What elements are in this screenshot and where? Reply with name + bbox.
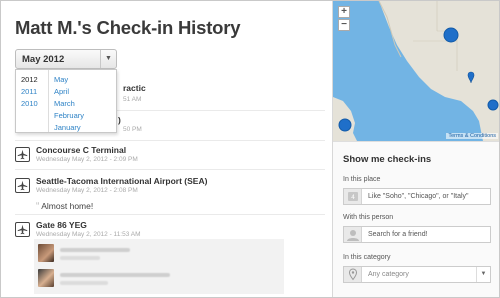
divider bbox=[15, 140, 325, 141]
month-option[interactable]: February bbox=[52, 110, 116, 122]
checkin-name[interactable]: Concourse C Terminal bbox=[36, 145, 126, 155]
year-option[interactable]: 2010 bbox=[16, 98, 48, 110]
category-value: Any category bbox=[368, 271, 409, 278]
checkin-time: 50 PM bbox=[123, 126, 142, 133]
shout-text: Almost home! bbox=[41, 201, 94, 211]
comment bbox=[38, 244, 278, 264]
checkin-name[interactable]: Seattle-Tacoma International Airport (SE… bbox=[36, 176, 207, 186]
month-option[interactable]: May bbox=[52, 74, 116, 86]
map-graphic bbox=[333, 1, 499, 141]
checkin-time: 51 AM bbox=[123, 96, 142, 103]
place-placeholder: Like "Soho", "Chicago", or "Italy" bbox=[368, 193, 469, 200]
page-title: Matt M.'s Check-in History bbox=[15, 17, 241, 38]
filter-heading: Show me check-ins bbox=[343, 154, 432, 165]
checkin-time: Wednesday May 2, 2012 - 2:08 PM bbox=[36, 187, 138, 194]
airplane-icon bbox=[15, 222, 30, 237]
checkin-time: Wednesday May 2, 2012 - 11:53 AM bbox=[36, 231, 141, 238]
place-label: In this place bbox=[343, 176, 381, 183]
app-frame: Matt M.'s Check-in History ractic 51 AM … bbox=[0, 0, 500, 298]
comments-panel bbox=[34, 239, 284, 294]
zoom-out-button[interactable]: − bbox=[338, 19, 350, 31]
year-list: 2012 2011 2010 bbox=[16, 70, 49, 132]
person-icon bbox=[344, 227, 362, 242]
blurred-comment-time bbox=[60, 256, 100, 260]
airplane-icon bbox=[15, 178, 30, 193]
airplane-icon bbox=[15, 147, 30, 162]
month-option[interactable]: April bbox=[52, 86, 116, 98]
svg-text:4: 4 bbox=[351, 194, 355, 201]
person-placeholder: Search for a friend! bbox=[368, 231, 428, 238]
month-select[interactable]: May 2012 ▼ bbox=[15, 49, 117, 69]
checkin-name[interactable]: ) bbox=[118, 115, 121, 125]
year-option[interactable]: 2012 bbox=[16, 74, 48, 86]
month-option[interactable]: January bbox=[52, 122, 116, 134]
filter-panel: Show me check-ins In this place 4 Like "… bbox=[333, 141, 499, 297]
checkin-name[interactable]: Gate 86 YEG bbox=[36, 220, 87, 230]
person-input[interactable]: Search for a friend! bbox=[343, 226, 491, 243]
checkin-name[interactable]: ractic bbox=[123, 83, 146, 93]
avatar[interactable] bbox=[38, 269, 54, 287]
month-select-value: May 2012 bbox=[22, 54, 65, 65]
zoom-in-button[interactable]: + bbox=[338, 6, 350, 18]
comment bbox=[38, 269, 278, 289]
chevron-down-icon: ▼ bbox=[100, 50, 116, 68]
divider bbox=[15, 169, 325, 170]
category-select[interactable]: Any category ▼ bbox=[343, 266, 491, 283]
checkin-shout: “ Almost home! bbox=[36, 201, 93, 212]
place-input[interactable]: 4 Like "Soho", "Chicago", or "Italy" bbox=[343, 188, 491, 205]
avatar[interactable] bbox=[38, 244, 54, 262]
quote-icon: “ bbox=[36, 201, 40, 212]
chevron-down-icon: ▼ bbox=[476, 267, 490, 282]
month-list: May April March February January bbox=[52, 70, 116, 134]
map-pin-icon bbox=[344, 267, 362, 282]
terms-link[interactable]: Terms & Conditions bbox=[446, 133, 498, 139]
divider bbox=[15, 214, 325, 215]
blurred-comment-text bbox=[60, 248, 130, 252]
month-option[interactable]: March bbox=[52, 98, 116, 110]
blurred-comment-text bbox=[60, 273, 170, 277]
checkin-map[interactable]: + − Terms & Conditions bbox=[333, 1, 499, 141]
category-label: In this category bbox=[343, 254, 391, 261]
blurred-comment-time bbox=[60, 281, 108, 285]
foursquare-icon: 4 bbox=[344, 189, 362, 204]
month-dropdown: 2012 2011 2010 May April March February … bbox=[15, 69, 117, 133]
person-label: With this person bbox=[343, 214, 394, 221]
checkin-time: Wednesday May 2, 2012 - 2:09 PM bbox=[36, 156, 138, 163]
year-option[interactable]: 2011 bbox=[16, 86, 48, 98]
right-sidebar: + − Terms & Conditions Show me check-ins… bbox=[332, 1, 499, 297]
